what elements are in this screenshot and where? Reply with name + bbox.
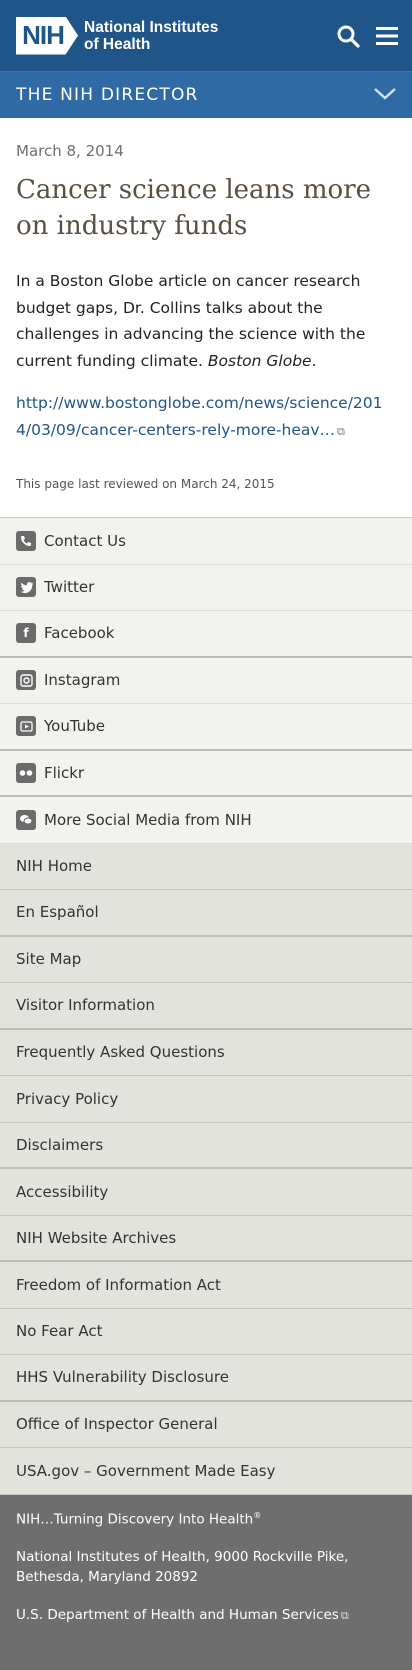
youtube-icon: [16, 716, 36, 737]
logo-line-1: National Institutes: [84, 18, 219, 36]
instagram-link[interactable]: Instagram: [0, 657, 412, 704]
facebook-icon: f: [16, 623, 36, 644]
section-nav-toggle[interactable]: THE NIH DIRECTOR: [0, 71, 412, 118]
article-external-link[interactable]: http://www.bostonglobe.com/news/science/…: [16, 390, 396, 445]
search-icon[interactable]: [336, 24, 360, 48]
footer-menu: Contact Us Twitter f Facebook Instagram …: [0, 517, 412, 1495]
disclaimers-link[interactable]: Disclaimers: [0, 1122, 412, 1169]
article-source-suffix: .: [311, 351, 317, 370]
menu-item-label: NIH Home: [16, 857, 92, 876]
tagline-text: NIH…Turning Discovery Into Health: [16, 1511, 254, 1527]
no-fear-act-link[interactable]: No Fear Act: [0, 1308, 412, 1355]
menu-item-label: Visitor Information: [16, 996, 155, 1015]
menu-item-label: YouTube: [44, 717, 105, 736]
last-reviewed: This page last reviewed on March 24, 201…: [16, 477, 275, 491]
menu-item-label: Office of Inspector General: [16, 1415, 218, 1434]
menu-item-label: Flickr: [44, 763, 85, 782]
hhs-link[interactable]: U.S. Department of Health and Human Serv…: [16, 1607, 396, 1623]
privacy-policy-link[interactable]: Privacy Policy: [0, 1076, 412, 1123]
youtube-link[interactable]: YouTube: [0, 704, 412, 751]
menu-item-label: Accessibility: [16, 1182, 109, 1201]
menu-item-label: Freedom of Information Act: [16, 1275, 221, 1294]
faq-link[interactable]: Frequently Asked Questions: [0, 1029, 412, 1076]
address-line-2: Bethesda, Maryland 20892: [16, 1569, 199, 1585]
external-link-icon: ⧉: [337, 424, 345, 438]
instagram-icon: [16, 670, 36, 691]
nih-logo-mark: NIH: [16, 16, 78, 55]
hhs-link-text: U.S. Department of Health and Human Serv…: [16, 1607, 339, 1623]
foia-link[interactable]: Freedom of Information Act: [0, 1262, 412, 1309]
nih-logo-text: National Institutes of Health: [84, 19, 218, 53]
phone-icon: [16, 530, 36, 551]
registered-mark: ®: [253, 1510, 262, 1520]
article-headline: Cancer science leans more on industry fu…: [16, 175, 372, 241]
flickr-icon: [16, 762, 36, 783]
menu-item-label: Privacy Policy: [16, 1089, 119, 1108]
menu-item-label: Contact Us: [44, 531, 126, 550]
footer-address: National Institutes of Health, 9000 Rock…: [16, 1547, 396, 1587]
menu-item-label: USA.gov – Government Made Easy: [16, 1461, 276, 1480]
nih-home-link[interactable]: NIH Home: [0, 843, 412, 890]
accessibility-link[interactable]: Accessibility: [0, 1169, 412, 1216]
footer-tagline: NIH…Turning Discovery Into Health®: [16, 1511, 396, 1528]
article: March 8, 2014 Cancer science leans more …: [0, 118, 412, 517]
article-date: March 8, 2014: [16, 142, 124, 160]
logo-line-2: of Health: [84, 35, 151, 53]
twitter-link[interactable]: Twitter: [0, 564, 412, 611]
twitter-icon: [16, 577, 36, 598]
en-espanol-link[interactable]: En Español: [0, 890, 412, 937]
menu-item-label: HHS Vulnerability Disclosure: [16, 1368, 229, 1387]
site-header: NIH National Institutes of Health: [0, 0, 412, 71]
office-of-inspector-general-link[interactable]: Office of Inspector General: [0, 1401, 412, 1448]
flickr-link[interactable]: Flickr: [0, 750, 412, 797]
chat-icon: [16, 809, 36, 830]
nih-website-archives-link[interactable]: NIH Website Archives: [0, 1215, 412, 1262]
site-footer: NIH…Turning Discovery Into Health® Natio…: [0, 1494, 412, 1670]
visitor-information-link[interactable]: Visitor Information: [0, 983, 412, 1030]
menu-item-label: Facebook: [44, 624, 115, 643]
menu-item-label: Twitter: [44, 578, 95, 597]
hhs-vulnerability-disclosure-link[interactable]: HHS Vulnerability Disclosure: [0, 1355, 412, 1402]
article-body: In a Boston Globe article on cancer rese…: [16, 268, 396, 374]
header-actions: [336, 24, 398, 48]
external-link-icon: ⧉: [340, 1609, 349, 1622]
article-link-text: http://www.bostonglobe.com/news/science/…: [16, 394, 383, 439]
chevron-down-icon: [374, 86, 396, 105]
contact-us-link[interactable]: Contact Us: [0, 518, 412, 565]
menu-item-label: Frequently Asked Questions: [16, 1043, 225, 1062]
menu-item-label: Disclaimers: [16, 1135, 104, 1154]
menu-icon[interactable]: [376, 26, 398, 46]
section-title: THE NIH DIRECTOR: [16, 85, 199, 105]
facebook-link[interactable]: f Facebook: [0, 611, 412, 658]
menu-item-label: More Social Media from NIH: [44, 810, 252, 829]
usa-gov-link[interactable]: USA.gov – Government Made Easy: [0, 1448, 412, 1495]
site-map-link[interactable]: Site Map: [0, 936, 412, 983]
menu-item-label: Instagram: [44, 671, 121, 690]
article-source: Boston Globe: [207, 351, 312, 370]
menu-item-label: Site Map: [16, 950, 82, 969]
more-social-media-link[interactable]: More Social Media from NIH: [0, 797, 412, 844]
menu-item-label: NIH Website Archives: [16, 1228, 177, 1247]
address-line-1: National Institutes of Health, 9000 Rock…: [16, 1549, 349, 1565]
menu-item-label: No Fear Act: [16, 1322, 103, 1341]
nih-logo[interactable]: NIH National Institutes of Health: [16, 16, 218, 55]
menu-item-label: En Español: [16, 903, 99, 922]
